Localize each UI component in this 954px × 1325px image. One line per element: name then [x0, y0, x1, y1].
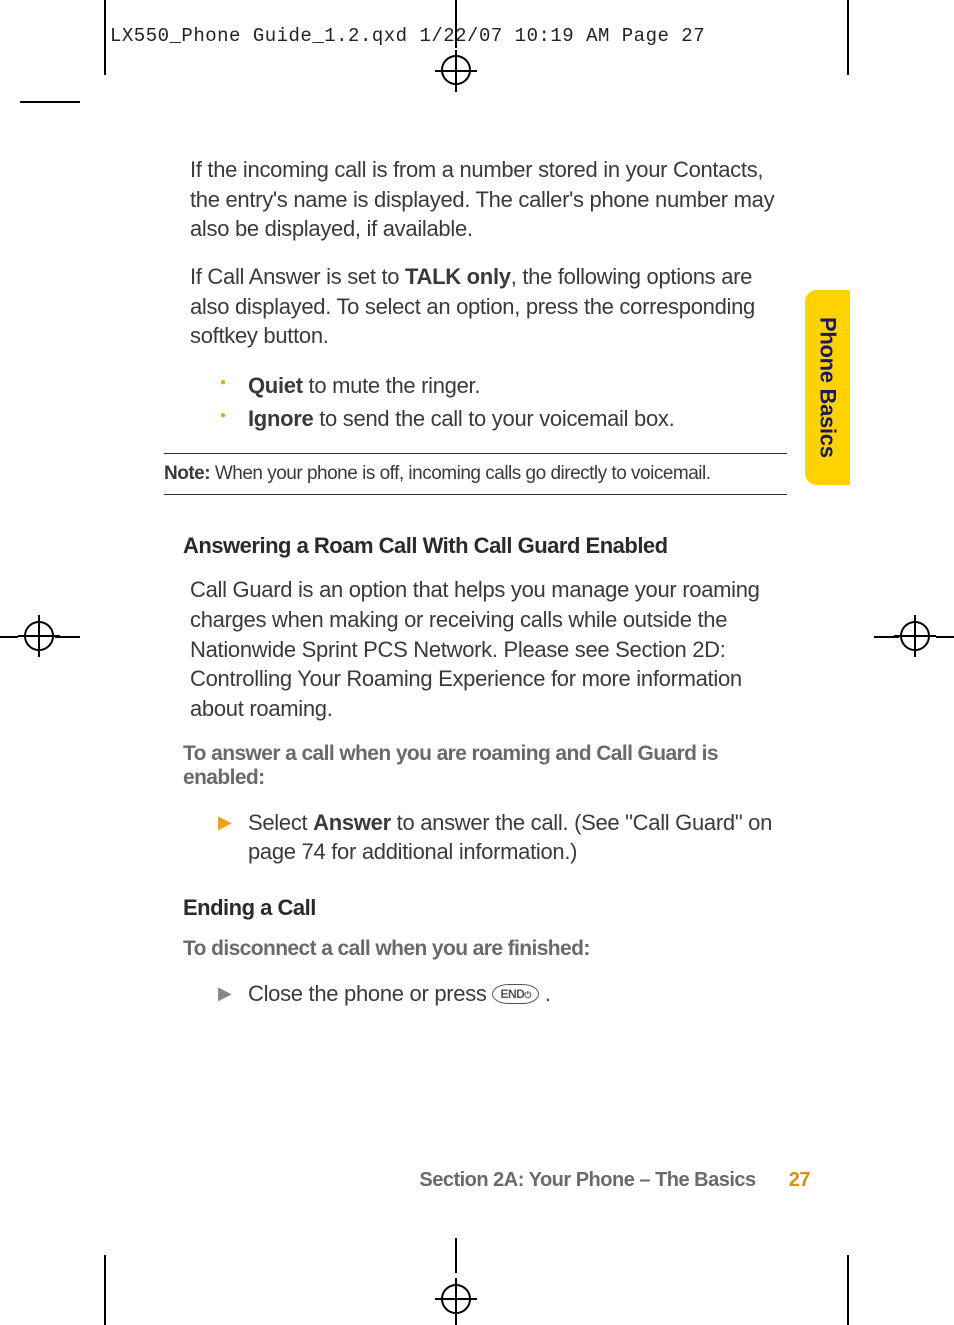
- crop-mark: [0, 636, 18, 638]
- note-text: Note: When your phone is off, incoming c…: [164, 463, 711, 484]
- end-key-icon: END⏻: [492, 984, 538, 1004]
- paragraph: Call Guard is an option that helps you m…: [190, 575, 795, 723]
- list-item: ▶ Close the phone or press END⏻ .: [220, 979, 795, 1009]
- section-heading: Ending a Call: [183, 895, 795, 921]
- registration-mark-circle: [441, 55, 471, 85]
- page-footer: Section 2A: Your Phone – The Basics 27: [345, 1169, 810, 1192]
- arrow-list: ▶ Close the phone or press END⏻ .: [190, 979, 795, 1009]
- registration-mark: [18, 615, 60, 657]
- list-item: Ignore to send the call to your voicemai…: [220, 402, 795, 435]
- list-item: ▶ Select Answer to answer the call. (See…: [220, 808, 795, 867]
- crop-mark: [20, 101, 80, 103]
- registration-mark: [894, 615, 936, 657]
- header-slug: LX550_Phone Guide_1.2.qxd 1/22/07 10:19 …: [110, 25, 705, 47]
- registration-mark: [435, 1278, 477, 1320]
- note-box: Note: When your phone is off, incoming c…: [164, 453, 787, 495]
- instruction-subhead: To answer a call when you are roaming an…: [183, 742, 795, 790]
- instruction-subhead: To disconnect a call when you are finish…: [183, 937, 795, 961]
- crop-mark: [104, 0, 106, 75]
- arrow-icon: ▶: [218, 810, 232, 834]
- paragraph: If Call Answer is set to TALK only, the …: [190, 262, 795, 351]
- section-tab-label: Phone Basics: [815, 317, 841, 458]
- bullet-list: Quiet to mute the ringer. Ignore to send…: [190, 369, 795, 435]
- crop-mark: [936, 636, 954, 638]
- crop-mark: [847, 1255, 849, 1325]
- crop-mark: [455, 1238, 457, 1273]
- section-label: Section 2A: Your Phone – The Basics: [419, 1169, 755, 1191]
- section-tab: Phone Basics: [805, 290, 850, 485]
- section-heading: Answering a Roam Call With Call Guard En…: [183, 533, 795, 559]
- crop-mark: [847, 0, 849, 75]
- arrow-icon: ▶: [218, 981, 232, 1005]
- arrow-list: ▶ Select Answer to answer the call. (See…: [190, 808, 795, 867]
- page-content: If the incoming call is from a number st…: [190, 155, 795, 1037]
- crop-mark: [104, 1255, 106, 1325]
- paragraph: If the incoming call is from a number st…: [190, 155, 795, 244]
- page-number: 27: [789, 1169, 810, 1191]
- crop-mark: [455, 0, 457, 48]
- list-item: Quiet to mute the ringer.: [220, 369, 795, 402]
